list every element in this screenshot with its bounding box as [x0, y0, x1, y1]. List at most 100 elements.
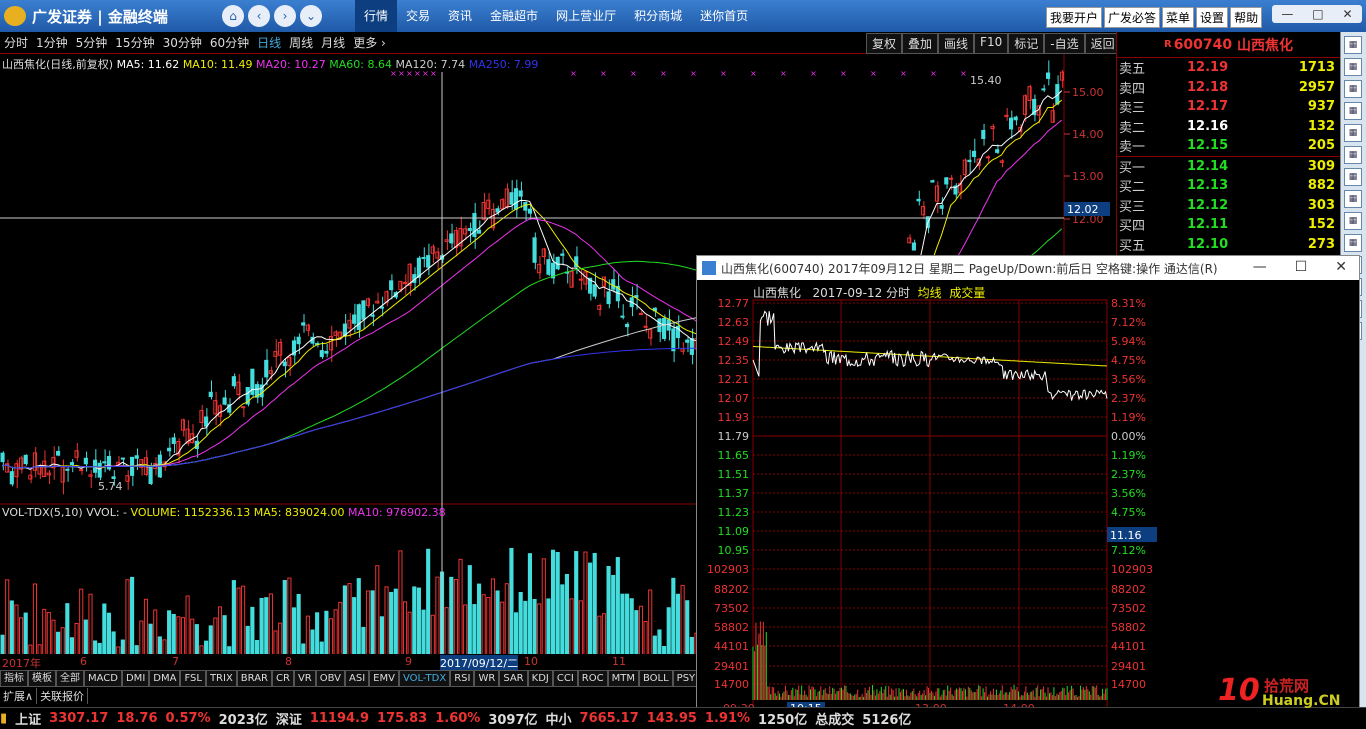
volume-bar — [185, 595, 190, 654]
volume-bar — [541, 558, 546, 654]
signal-marker: × — [900, 69, 907, 78]
period-tab-6[interactable]: 日线 — [253, 34, 285, 51]
tool-icon-1[interactable]: ▦ — [1344, 58, 1362, 76]
chart-tool-button-1[interactable]: 叠加 — [902, 33, 939, 54]
indicator-tab-11[interactable]: OBV — [315, 670, 345, 687]
indicator-tab-16[interactable]: WR — [474, 670, 500, 687]
candle — [930, 180, 935, 183]
maximize-icon[interactable]: ☐ — [1295, 259, 1308, 275]
period-tab-0[interactable]: 分时 — [0, 34, 32, 51]
nav-tab-5[interactable]: 积分商城 — [625, 0, 691, 32]
back-icon[interactable]: ‹ — [248, 5, 270, 27]
indicator-tab-15[interactable]: RSI — [450, 670, 475, 687]
window-button-1[interactable]: □ — [1312, 5, 1323, 23]
indicator-tab-4[interactable]: DMI — [121, 670, 150, 687]
close-icon[interactable]: ✕ — [1335, 259, 1347, 275]
price-tick-label: 11.93 — [718, 411, 750, 424]
right-nav-button-1[interactable]: 广发必答 — [1104, 7, 1161, 28]
indicator-tab-3[interactable]: MACD — [84, 670, 122, 687]
period-tab-5[interactable]: 60分钟 — [206, 34, 253, 51]
right-nav-button-4[interactable]: 帮助 — [1230, 7, 1263, 28]
nav-tab-4[interactable]: 网上营业厅 — [547, 0, 625, 32]
chart-tool-button-5[interactable]: -自选 — [1044, 33, 1085, 54]
volume-bar — [65, 603, 70, 654]
nav-tab-6[interactable]: 迷你首页 — [691, 0, 757, 32]
volume-bar — [662, 646, 667, 654]
tool-icon-2[interactable]: ▦ — [1344, 80, 1362, 98]
period-tab-9[interactable]: 更多 › — [349, 34, 390, 51]
collapse-icon[interactable]: ⌄ — [300, 5, 322, 27]
candle — [236, 381, 241, 396]
vol-tick-label: 58802 — [714, 621, 749, 634]
indicator-tab-18[interactable]: KDJ — [527, 670, 553, 687]
indicator-tab-22[interactable]: BOLL — [638, 670, 673, 687]
right-nav-button-0[interactable]: 我要开户 — [1046, 7, 1103, 28]
tool-icon-9[interactable]: ▦ — [1344, 234, 1362, 252]
tool-icon-5[interactable]: ▦ — [1344, 146, 1362, 164]
volume-bar — [157, 636, 162, 654]
right-nav-button-2[interactable]: 菜单 — [1162, 7, 1195, 28]
window-button-2[interactable]: ✕ — [1342, 5, 1352, 23]
price-tick-label: 12.35 — [718, 354, 750, 367]
indicator-tab-13[interactable]: EMV — [369, 670, 399, 687]
chart-tool-button-0[interactable]: 复权 — [866, 33, 903, 54]
volume-bar — [9, 600, 14, 654]
minimize-icon[interactable]: — — [1253, 259, 1267, 275]
candle — [171, 437, 176, 444]
tool-icon-0[interactable]: ▦ — [1344, 36, 1362, 54]
indicator-tab-14[interactable]: VOL-TDX — [398, 670, 451, 687]
volume-bar — [657, 629, 662, 654]
candle — [444, 239, 449, 242]
candle — [1004, 114, 1009, 118]
indicator-tab-6[interactable]: FSL — [180, 670, 206, 687]
home-icon[interactable]: ⌂ — [222, 5, 244, 27]
indicator-tab-19[interactable]: CCI — [552, 670, 578, 687]
indicator-tab-12[interactable]: ASI — [345, 670, 370, 687]
chart-tool-button-3[interactable]: F10 — [974, 33, 1009, 54]
tool-icon-4[interactable]: ▦ — [1344, 124, 1362, 142]
indicator-tab-10[interactable]: VR — [293, 670, 316, 687]
extension-tab-1[interactable]: 关联报价 — [37, 688, 89, 704]
extension-tab-0[interactable]: 扩展∧ — [0, 688, 38, 704]
candle — [476, 229, 482, 234]
tool-icon-8[interactable]: ▦ — [1344, 212, 1362, 230]
period-tab-8[interactable]: 月线 — [317, 34, 349, 51]
chart-tool-button-2[interactable]: 画线 — [938, 33, 975, 54]
period-tab-1[interactable]: 1分钟 — [32, 34, 72, 51]
chart-tool-button-4[interactable]: 标记 — [1008, 33, 1045, 54]
nav-tab-1[interactable]: 交易 — [397, 0, 439, 32]
indicator-tab-7[interactable]: TRIX — [205, 670, 237, 687]
intraday-chart[interactable]: 12.77 8.31% 12.63 7.12% 12.49 5.94% 12.35 4.75%… — [697, 280, 1359, 716]
indicator-tab-17[interactable]: SAR — [499, 670, 528, 687]
candle — [995, 149, 1000, 153]
volume-bar — [412, 586, 417, 654]
volume-bar — [259, 597, 264, 654]
tool-icon-7[interactable]: ▦ — [1344, 190, 1362, 208]
indicator-tab-21[interactable]: MTM — [607, 670, 639, 687]
period-tab-3[interactable]: 15分钟 — [111, 34, 158, 51]
nav-tab-2[interactable]: 资讯 — [439, 0, 481, 32]
indicator-tab-5[interactable]: DMA — [149, 670, 181, 687]
right-nav-button-3[interactable]: 设置 — [1196, 7, 1229, 28]
window-button-0[interactable]: — — [1281, 5, 1293, 23]
window-controls[interactable]: — □ ✕ — [1272, 5, 1362, 23]
signal-marker: × — [840, 69, 847, 78]
indicator-tab-2[interactable]: 全部 — [56, 670, 84, 687]
candle — [449, 233, 454, 244]
indicator-tab-9[interactable]: CR — [272, 670, 294, 687]
period-tab-2[interactable]: 5分钟 — [72, 34, 112, 51]
tool-icon-3[interactable]: ▦ — [1344, 102, 1362, 120]
period-tab-7[interactable]: 周线 — [285, 34, 317, 51]
indicator-tab-1[interactable]: 模板 — [28, 670, 56, 687]
indicator-tab-20[interactable]: ROC — [577, 670, 608, 687]
candle — [481, 201, 486, 220]
nav-tab-0[interactable]: 行情 — [355, 0, 398, 32]
tool-icon-6[interactable]: ▦ — [1344, 168, 1362, 186]
candle — [328, 335, 334, 351]
indicator-tab-8[interactable]: BRAR — [236, 670, 272, 687]
stock-code: 600740 — [1173, 36, 1233, 53]
period-tab-4[interactable]: 30分钟 — [159, 34, 206, 51]
indicator-tab-0[interactable]: 指标 — [0, 670, 28, 687]
forward-icon[interactable]: › — [274, 5, 296, 27]
nav-tab-3[interactable]: 金融超市 — [481, 0, 547, 32]
